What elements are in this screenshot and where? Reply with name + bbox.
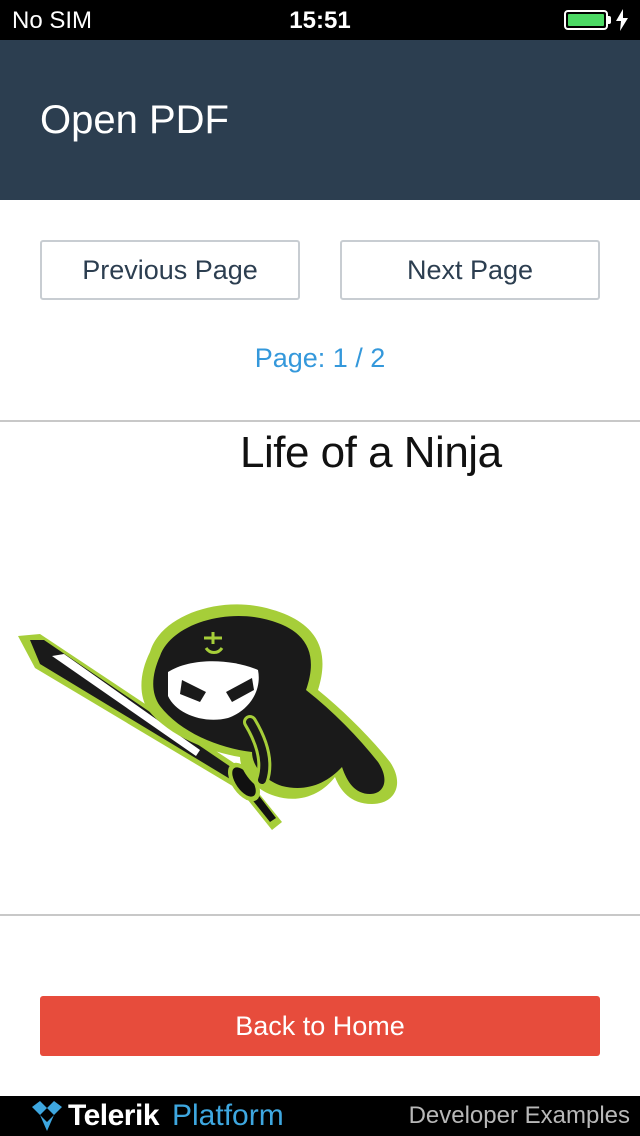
page-title: Open PDF — [40, 98, 229, 142]
page-indicator: Page: 1 / 2 — [254, 343, 386, 373]
next-page-button[interactable]: Next Page — [340, 240, 600, 300]
battery-icon — [564, 10, 608, 30]
app-header: Open PDF — [0, 40, 640, 200]
status-bar: No SIM 15:51 — [0, 0, 640, 40]
ninja-with-sword-icon — [18, 604, 398, 830]
pdf-document-title: Life of a Ninja — [240, 428, 502, 477]
charging-bolt-icon — [616, 9, 628, 31]
developer-examples-label: Developer Examples — [408, 1102, 630, 1129]
pdf-viewer[interactable]: Life of a Ninja — [0, 420, 640, 916]
brand-product: Platform — [172, 1099, 284, 1132]
battery-tip — [608, 16, 611, 24]
footer-bar: Telerik Platform Developer Examples — [0, 1096, 640, 1136]
back-to-home-button[interactable]: Back to Home — [40, 996, 600, 1056]
battery-level — [568, 14, 604, 26]
clock: 15:51 — [289, 7, 351, 34]
telerik-logo-icon — [32, 1101, 62, 1131]
previous-page-button[interactable]: Previous Page — [40, 240, 300, 300]
brand-name: Telerik — [68, 1099, 160, 1132]
